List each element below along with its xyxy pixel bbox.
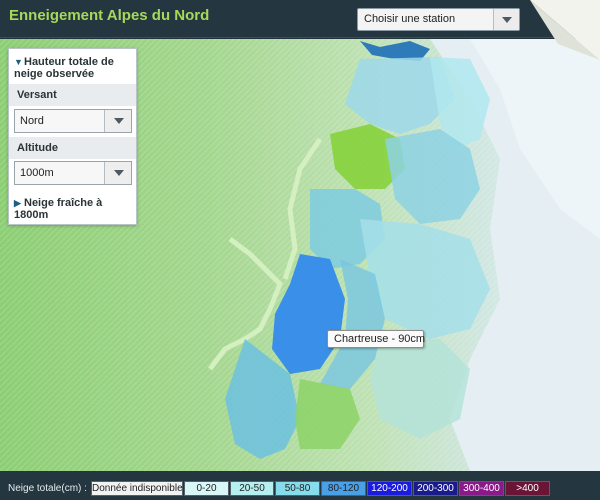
- legend-item: >400: [505, 481, 550, 496]
- legend-item: 200-300: [413, 481, 458, 496]
- versant-label: Versant: [17, 89, 57, 101]
- legend-bar: Neige totale(cm) : Donnée indisponible 0…: [0, 471, 600, 500]
- page-curl-icon[interactable]: [530, 0, 600, 60]
- tooltip-text: Chartreuse - 90cm: [334, 333, 426, 345]
- legend-item: 300-400: [459, 481, 504, 496]
- versant-band: Versant: [9, 84, 136, 106]
- altitude-label: Altitude: [17, 142, 58, 154]
- altitude-select-value: 1000m: [20, 167, 54, 179]
- header-bar: Enneigement Alpes du Nord Choisir une st…: [0, 0, 600, 38]
- versant-dropdown-button[interactable]: [104, 110, 131, 132]
- versant-select-value: Nord: [20, 115, 44, 127]
- massif-tooltip: Chartreuse - 90cm: [327, 330, 426, 348]
- station-select-dropdown-button[interactable]: [493, 9, 519, 30]
- total-snow-heading[interactable]: ▼Hauteur totale de neige observée: [14, 56, 132, 80]
- legend-item: Donnée indisponible: [91, 481, 183, 496]
- triangle-down-icon: ▼: [14, 57, 23, 67]
- filter-panel: ▼Hauteur totale de neige observée Versan…: [8, 48, 137, 225]
- legend-item: 80-120: [321, 481, 366, 496]
- chevron-down-icon: [114, 118, 124, 124]
- chevron-down-icon: [114, 170, 124, 176]
- station-select-value: Choisir une station: [364, 13, 456, 25]
- versant-select[interactable]: Nord: [14, 109, 132, 133]
- legend-item: 50-80: [275, 481, 320, 496]
- altitude-dropdown-button[interactable]: [104, 162, 131, 184]
- chevron-down-icon: [502, 17, 512, 23]
- fresh-snow-heading[interactable]: ▶ Neige fraîche à 1800m: [14, 197, 132, 221]
- altitude-select[interactable]: 1000m: [14, 161, 132, 185]
- altitude-band: Altitude: [9, 137, 136, 159]
- station-select[interactable]: Choisir une station: [357, 8, 520, 31]
- legend-item: 120-200: [367, 481, 412, 496]
- app-title: Enneigement Alpes du Nord: [9, 7, 210, 24]
- triangle-right-icon: ▶: [14, 198, 21, 208]
- legend-title: Neige totale(cm) :: [8, 483, 87, 494]
- legend-item: 20-50: [230, 481, 274, 496]
- legend-item: 0-20: [184, 481, 229, 496]
